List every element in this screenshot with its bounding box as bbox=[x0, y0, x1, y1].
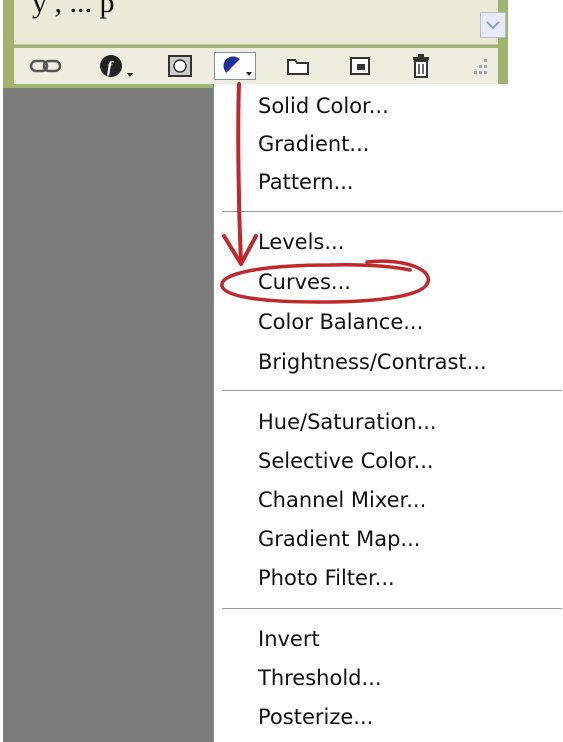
menu-item-posterize[interactable]: Posterize... bbox=[258, 705, 373, 729]
menu-item-threshold[interactable]: Threshold... bbox=[258, 666, 382, 690]
menu-separator bbox=[222, 211, 562, 213]
menu-item-photo-filter[interactable]: Photo Filter... bbox=[258, 566, 395, 590]
menu-item-solid-color[interactable]: Solid Color... bbox=[258, 94, 389, 118]
menu-item-selective-color[interactable]: Selective Color... bbox=[258, 449, 434, 473]
link-icon bbox=[29, 59, 62, 73]
layers-toolbar: f bbox=[14, 48, 498, 84]
caption-fragment: y , ... p bbox=[32, 0, 115, 19]
mask-icon bbox=[168, 55, 192, 77]
menu-item-levels[interactable]: Levels... bbox=[258, 230, 344, 254]
trash-icon bbox=[413, 54, 429, 78]
new-group-button[interactable] bbox=[282, 52, 314, 80]
menu-item-pattern[interactable]: Pattern... bbox=[258, 170, 354, 194]
menu-separator bbox=[222, 390, 562, 392]
resize-grip[interactable] bbox=[464, 52, 494, 80]
menu-item-brightness-contrast[interactable]: Brightness/Contrast... bbox=[258, 350, 487, 374]
new-layer-button[interactable] bbox=[344, 52, 376, 80]
folder-icon bbox=[287, 59, 309, 75]
menu-separator bbox=[222, 608, 562, 610]
menu-item-invert[interactable]: Invert bbox=[258, 627, 320, 651]
delete-layer-button[interactable] bbox=[406, 52, 436, 80]
menu-item-channel-mixer[interactable]: Channel Mixer... bbox=[258, 488, 426, 512]
menu-item-color-balance[interactable]: Color Balance... bbox=[258, 310, 423, 334]
half-circle-icon bbox=[223, 56, 252, 76]
menu-item-gradient-map[interactable]: Gradient Map... bbox=[258, 527, 420, 551]
adjustment-layer-menu: Solid Color... Gradient... Pattern... Le… bbox=[213, 84, 563, 742]
new-adjustment-layer-button[interactable] bbox=[214, 52, 256, 80]
menu-item-gradient[interactable]: Gradient... bbox=[258, 132, 369, 156]
link-layers-button[interactable] bbox=[26, 52, 66, 80]
chevron-down-icon bbox=[486, 21, 500, 30]
resize-grip-icon bbox=[474, 59, 487, 74]
fx-icon: f bbox=[100, 55, 133, 77]
new-layer-icon bbox=[350, 57, 370, 75]
menu-item-hue-saturation[interactable]: Hue/Saturation... bbox=[258, 410, 437, 434]
scroll-down-button[interactable] bbox=[480, 12, 506, 38]
layer-style-button[interactable]: f bbox=[96, 52, 138, 80]
add-mask-button[interactable] bbox=[164, 52, 196, 80]
layers-list-area: y , ... p bbox=[14, 0, 506, 45]
menu-item-curves[interactable]: Curves... bbox=[258, 270, 351, 294]
